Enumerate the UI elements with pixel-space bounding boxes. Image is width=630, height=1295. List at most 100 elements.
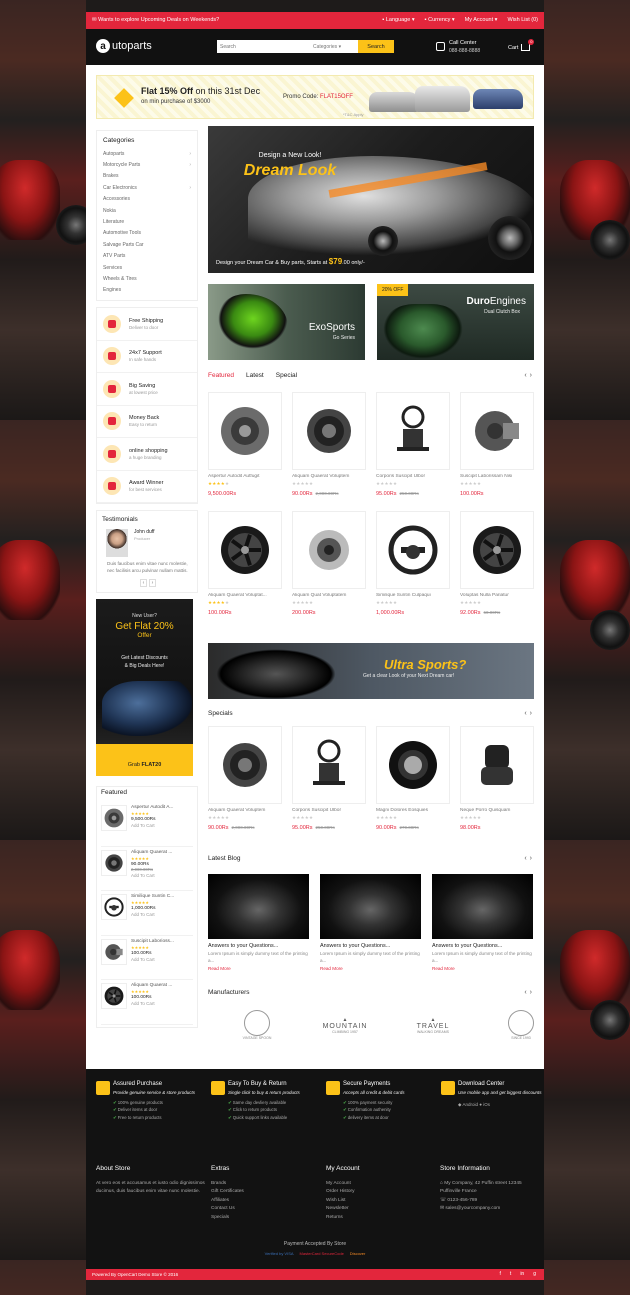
tab-special[interactable]: Special <box>276 372 297 379</box>
product-image[interactable] <box>208 511 282 589</box>
add-to-cart-link[interactable]: Add To Cart <box>131 823 173 828</box>
product-card[interactable]: Aliquam Quaerat Voluptat... ★★★★★ 100.00Rs <box>208 511 282 616</box>
category-item[interactable]: Brakes <box>103 171 191 182</box>
featured-item-name[interactable]: Aspertur Autodit A... <box>131 805 173 810</box>
featured-item-image[interactable] <box>101 938 127 965</box>
blog-card[interactable]: Answers to your Questions... Lorem Ipsum … <box>320 874 421 971</box>
product-image[interactable] <box>292 511 366 589</box>
featured-item-image[interactable] <box>101 983 127 1010</box>
my-account-dropdown[interactable]: My Account ▾ <box>465 17 498 23</box>
category-item[interactable]: Literature <box>103 216 191 227</box>
product-image[interactable] <box>460 726 534 804</box>
ultra-sports-banner[interactable]: Ultra Sports? Get a clear Look of your N… <box>208 643 534 699</box>
category-item[interactable]: Autoparts › <box>103 148 191 159</box>
logo[interactable]: a utoparts <box>96 39 152 53</box>
category-item[interactable]: Car Electronics › <box>103 182 191 193</box>
carousel-next-button[interactable]: › <box>530 855 532 862</box>
product-image[interactable] <box>292 726 366 804</box>
blog-title[interactable]: Answers to your Questions... <box>432 943 533 949</box>
product-name[interactable]: Aliquam Quaerat Voluptat... <box>208 593 282 598</box>
product-image[interactable] <box>292 392 366 470</box>
product-name[interactable]: Aliquam Quaerat Voluptem <box>208 808 282 813</box>
google-plus-icon[interactable]: g <box>533 1271 536 1277</box>
carousel-prev-button[interactable]: ‹ <box>524 710 526 717</box>
product-image[interactable] <box>460 511 534 589</box>
tab-featured[interactable]: Featured <box>208 372 234 379</box>
carousel-prev-button[interactable]: ‹ <box>524 989 526 996</box>
category-item[interactable]: Motorcycle Parts › <box>103 159 191 170</box>
language-dropdown[interactable]: ▪ Language ▾ <box>382 17 414 23</box>
footer-link[interactable]: Wish List <box>326 1197 436 1205</box>
product-image[interactable] <box>376 511 450 589</box>
blog-image[interactable] <box>432 874 533 939</box>
cart-button[interactable]: Cart 0 <box>508 39 535 51</box>
testimonial-next-button[interactable]: › <box>149 579 156 588</box>
product-image[interactable] <box>376 392 450 470</box>
testimonial-prev-button[interactable]: ‹ <box>140 579 147 588</box>
read-more-link[interactable]: Read More <box>320 966 421 971</box>
product-image[interactable] <box>208 726 282 804</box>
search-input[interactable] <box>217 40 313 53</box>
featured-item-name[interactable]: Similique Suntin C... <box>131 894 174 899</box>
product-card[interactable]: Similique Suntin Culpaqui ★★★★★ 1,000.00Rs <box>376 511 450 616</box>
featured-item[interactable]: Aspertur Autodit A... ★★★★★ 9,500.00Rs Add … <box>101 802 193 847</box>
carousel-prev-button[interactable]: ‹ <box>524 372 526 379</box>
facebook-icon[interactable]: f <box>500 1271 501 1277</box>
carousel-next-button[interactable]: › <box>530 989 532 996</box>
tab-latest[interactable]: Latest <box>246 372 264 379</box>
footer-link[interactable]: Affiliates <box>211 1197 321 1205</box>
category-item[interactable]: Services <box>103 262 191 273</box>
featured-item-image[interactable] <box>101 849 127 876</box>
product-card[interactable]: Corporis Suscipit Ulbor ★★★★★ 95.00Rs 250.0… <box>292 726 366 831</box>
product-card[interactable]: Voluptas Nulla Pariatur ★★★★★ 92.00Rs 60.00… <box>460 511 534 616</box>
read-more-link[interactable]: Read More <box>208 966 309 971</box>
manufacturer-logo[interactable]: ▲ TRAVEL WALKING DREAMS <box>405 1005 461 1045</box>
currency-dropdown[interactable]: ▪ Currency ▾ <box>425 17 455 23</box>
product-card[interactable]: Magni Dolores Eosquies ★★★★★ 90.00Rs 270.00… <box>376 726 450 831</box>
search-button[interactable]: Search <box>358 40 394 53</box>
featured-item[interactable]: Aliquam Quaerat ... ★★★★★ 100.00Rs Add To C… <box>101 980 193 1025</box>
product-card[interactable]: Aliquam Quaerat Voluptem ★★★★★ 90.00Rs 2,00… <box>208 726 282 831</box>
duro-engines-banner[interactable]: 20% OFF DuroEngines Dual Clutch Box <box>377 284 534 360</box>
footer-link[interactable]: Order History <box>326 1188 436 1196</box>
manufacturer-logo[interactable]: SINCE 1993 <box>493 1005 549 1045</box>
topbar-promo[interactable]: ✉ Wants to explore Upcoming Deals on Wee… <box>92 17 219 23</box>
exo-sports-banner[interactable]: ExoSports Go Series <box>208 284 365 360</box>
product-card[interactable]: Aspertur Autodit Autfugit ★★★★★ 9,500.00Rs <box>208 392 282 497</box>
product-name[interactable]: Aspertur Autodit Autfugit <box>208 474 282 479</box>
product-name[interactable]: Aliquam Quaerat Voluptem <box>292 474 366 479</box>
product-name[interactable]: Corporis Suscipit Ulbor <box>292 808 366 813</box>
featured-item-image[interactable] <box>101 805 127 832</box>
blog-image[interactable] <box>320 874 421 939</box>
category-item[interactable]: ATV Parts <box>103 251 191 262</box>
product-image[interactable] <box>376 726 450 804</box>
read-more-link[interactable]: Read More <box>432 966 533 971</box>
search-category-select[interactable]: Categories ▾ <box>313 40 358 53</box>
product-name[interactable]: Suscipit Laborissam Nisi <box>460 474 534 479</box>
featured-item-name[interactable]: Suscipit Laborioss... <box>131 939 174 944</box>
category-item[interactable]: Salvage Parts Car <box>103 239 191 250</box>
offer-banner[interactable]: Flat 15% Off on this 31st Dec on min pur… <box>96 75 534 119</box>
featured-item-name[interactable]: Aliquam Quaerat ... <box>131 850 172 855</box>
featured-item[interactable]: Similique Suntin C... ★★★★★ 1,000.00Rs Add … <box>101 891 193 936</box>
add-to-cart-link[interactable]: Add To Cart <box>131 957 174 962</box>
carousel-next-button[interactable]: › <box>530 372 532 379</box>
store-email[interactable]: ✉ sales@yourcompany.com <box>440 1205 540 1213</box>
category-item[interactable]: Nokia <box>103 205 191 216</box>
category-item[interactable]: Accessories <box>103 194 191 205</box>
category-item[interactable]: Engines <box>103 285 191 296</box>
product-name[interactable]: Magni Dolores Eosquies <box>376 808 450 813</box>
footer-link[interactable]: Specials <box>211 1214 321 1222</box>
new-user-ad-banner[interactable]: New User? Get Flat 20% Offer Get Latest … <box>96 599 193 777</box>
product-name[interactable]: Voluptas Nulla Pariatur <box>460 593 534 598</box>
linkedin-icon[interactable]: in <box>520 1271 524 1277</box>
blog-image[interactable] <box>208 874 309 939</box>
carousel-next-button[interactable]: › <box>530 710 532 717</box>
product-card[interactable]: Corporis Suscipit Ulbor ★★★★★ 95.00Rs 250.0… <box>376 392 450 497</box>
blog-title[interactable]: Answers to your Questions... <box>320 943 421 949</box>
manufacturer-logo[interactable]: VINTAGE SPOON <box>229 1005 285 1045</box>
blog-card[interactable]: Answers to your Questions... Lorem Ipsum … <box>432 874 533 971</box>
footer-link[interactable]: Returns <box>326 1214 436 1222</box>
product-image[interactable] <box>208 392 282 470</box>
ios-link[interactable]: ● iOs <box>479 1102 490 1107</box>
